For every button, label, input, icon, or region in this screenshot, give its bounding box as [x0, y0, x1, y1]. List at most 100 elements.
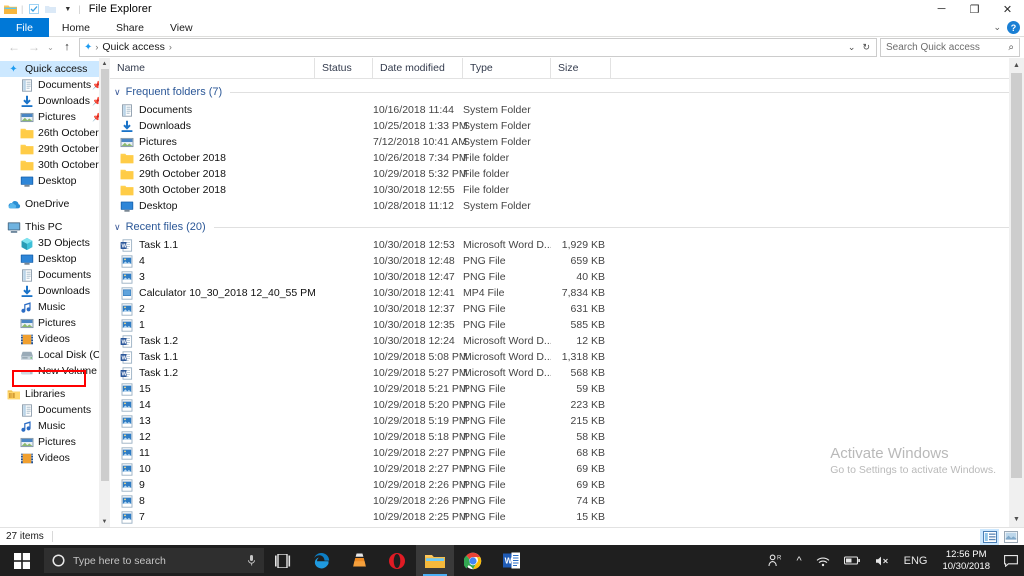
column-header-status[interactable]: Status	[315, 58, 373, 79]
cell-name[interactable]: 4	[110, 254, 315, 268]
sidebar-item-onedrive[interactable]: OneDrive	[0, 196, 110, 212]
file-explorer-taskbar-icon[interactable]	[416, 545, 454, 576]
file-pane-scrollbar[interactable]: ▲ ▼	[1009, 58, 1024, 527]
pane-scroll-down-icon[interactable]: ▼	[1009, 512, 1024, 527]
sidebar-item-music[interactable]: Music	[0, 299, 110, 315]
sidebar-item-desktop[interactable]: Desktop	[0, 251, 110, 267]
sidebar-item-documents[interactable]: Documents	[0, 402, 110, 418]
cell-name[interactable]: 1	[110, 318, 315, 332]
sidebar-item-libraries[interactable]: Libraries	[0, 386, 110, 402]
cell-name[interactable]: 26th October 2018	[110, 152, 315, 165]
sidebar-item-pictures[interactable]: Pictures 📌	[0, 109, 110, 125]
table-row[interactable]: 1 10/30/2018 12:35 PNG File 585 KB	[110, 317, 1024, 333]
cell-name[interactable]: Documents	[110, 103, 315, 117]
cell-name[interactable]: Calculator 10_30_2018 12_40_55 PM	[110, 286, 315, 300]
table-row[interactable]: Calculator 10_30_2018 12_40_55 PM 10/30/2…	[110, 285, 1024, 301]
cell-name[interactable]: 9	[110, 478, 315, 492]
up-button[interactable]: ↑	[57, 38, 77, 57]
table-row[interactable]: 2 10/30/2018 12:37 PNG File 631 KB	[110, 301, 1024, 317]
sidebar-item-downloads[interactable]: Downloads	[0, 283, 110, 299]
people-icon[interactable]: R	[761, 545, 789, 576]
task-view-button[interactable]	[264, 545, 302, 576]
cell-name[interactable]: Desktop	[110, 200, 315, 213]
table-row[interactable]: Desktop 10/28/2018 11:12 System Folder	[110, 198, 1024, 214]
table-row[interactable]: W Task 1.1 10/30/2018 12:53 Microsoft Word …	[110, 237, 1024, 253]
cell-name[interactable]: 10	[110, 462, 315, 476]
tab-file[interactable]: File	[0, 18, 49, 37]
table-row[interactable]: Downloads 10/25/2018 1:33 PM System Folder	[110, 118, 1024, 134]
close-button[interactable]: ✕	[991, 0, 1024, 18]
sidebar-scrollbar[interactable]: ▲ ▼	[99, 58, 110, 527]
cell-name[interactable]: W Task 1.1	[110, 238, 315, 252]
table-row[interactable]: 15 10/29/2018 5:21 PM PNG File 59 KB	[110, 381, 1024, 397]
large-icons-view-button[interactable]	[1001, 529, 1020, 545]
cell-name[interactable]: 14	[110, 398, 315, 412]
sidebar-item-music[interactable]: Music	[0, 418, 110, 434]
column-header-name[interactable]: Name	[110, 58, 315, 79]
search-icon[interactable]: ⌕	[1008, 42, 1014, 53]
cell-name[interactable]: W Task 1.2	[110, 334, 315, 348]
edge-taskbar-icon[interactable]	[302, 545, 340, 576]
column-header-size[interactable]: Size	[551, 58, 611, 79]
table-row[interactable]: 10 10/29/2018 2:27 PM PNG File 69 KB	[110, 461, 1024, 477]
vlc-taskbar-icon[interactable]	[340, 545, 378, 576]
cell-name[interactable]: 2	[110, 302, 315, 316]
address-field[interactable]: ✦ › Quick access › ⌄ ↻	[79, 37, 877, 57]
search-input[interactable]: Search Quick access	[886, 42, 1008, 53]
sidebar-item-desktop[interactable]: Desktop	[0, 173, 110, 189]
sidebar-item-local-disk-c[interactable]: Local Disk (C:)	[0, 347, 110, 363]
cell-name[interactable]: 12	[110, 430, 315, 444]
sidebar-item-3d-objects[interactable]: 3D Objects	[0, 235, 110, 251]
opera-taskbar-icon[interactable]	[378, 545, 416, 576]
sidebar-item-new-volume-d[interactable]: New Volume (D:)	[0, 363, 110, 379]
details-view-button[interactable]	[980, 529, 999, 545]
word-taskbar-icon[interactable]: W	[492, 545, 530, 576]
search-box[interactable]: Search Quick access ⌕	[880, 37, 1020, 57]
cell-name[interactable]: W Task 1.2	[110, 366, 315, 380]
new-folder-icon[interactable]	[43, 2, 58, 16]
cell-name[interactable]: 30th October 2018	[110, 184, 315, 197]
table-row[interactable]: 9 10/29/2018 2:26 PM PNG File 69 KB	[110, 477, 1024, 493]
taskbar-search-input[interactable]: Type here to search	[73, 555, 239, 567]
recent-locations-button[interactable]: ⌄	[44, 38, 57, 57]
forward-button[interactable]: →	[24, 38, 44, 57]
maximize-button[interactable]: ❐	[958, 0, 991, 18]
pane-scroll-thumb[interactable]	[1011, 73, 1022, 478]
sidebar-item-documents[interactable]: Documents	[0, 267, 110, 283]
back-button[interactable]: ←	[4, 38, 24, 57]
sidebar-scroll-up-icon[interactable]: ▲	[99, 58, 110, 69]
breadcrumb-separator-1[interactable]: ›	[168, 42, 173, 52]
sidebar-item-documents[interactable]: Documents 📌	[0, 77, 110, 93]
table-row[interactable]: 13 10/29/2018 5:19 PM PNG File 215 KB	[110, 413, 1024, 429]
cell-name[interactable]: 7	[110, 510, 315, 524]
sidebar-item-this-pc[interactable]: This PC	[0, 219, 110, 235]
expand-ribbon-icon[interactable]: ⌄	[993, 22, 1001, 33]
properties-icon[interactable]	[26, 2, 41, 16]
sidebar-item-videos[interactable]: Videos	[0, 450, 110, 466]
minimize-button[interactable]: ─	[925, 0, 958, 18]
sidebar-item-30th-october-2018[interactable]: 30th October 2018	[0, 157, 110, 173]
table-row[interactable]: 30th October 2018 10/30/2018 12:55 File fo…	[110, 182, 1024, 198]
sidebar-item-quick-access[interactable]: ✦ Quick access	[0, 61, 110, 77]
volume-muted-icon[interactable]	[868, 545, 897, 576]
refresh-icon[interactable]: ↻	[862, 42, 870, 53]
sidebar-scroll-thumb[interactable]	[100, 69, 109, 481]
cell-name[interactable]: 8	[110, 494, 315, 508]
sidebar-item-videos[interactable]: Videos	[0, 331, 110, 347]
table-row[interactable]: W Task 1.2 10/29/2018 5:27 PM Microsoft Wor…	[110, 365, 1024, 381]
help-icon[interactable]: ?	[1007, 21, 1020, 34]
tab-share[interactable]: Share	[103, 18, 157, 37]
column-header-type[interactable]: Type	[463, 58, 551, 79]
chrome-taskbar-icon[interactable]	[454, 545, 492, 576]
group-header[interactable]: ∨ Recent files (20)	[110, 217, 1024, 237]
group-collapse-chevron-icon[interactable]: ∨	[114, 87, 121, 98]
cell-name[interactable]: 13	[110, 414, 315, 428]
table-row[interactable]: Pictures 7/12/2018 10:41 AM System Folder	[110, 134, 1024, 150]
cell-name[interactable]: Pictures	[110, 136, 315, 149]
table-row[interactable]: W Task 1.1 10/29/2018 5:08 PM Microsoft Wor…	[110, 349, 1024, 365]
tab-view[interactable]: View	[157, 18, 206, 37]
tab-home[interactable]: Home	[49, 18, 103, 37]
cell-name[interactable]: W Task 1.1	[110, 350, 315, 364]
cell-name[interactable]: Downloads	[110, 120, 315, 133]
sidebar-item-26th-october-2018[interactable]: 26th October 2018	[0, 125, 110, 141]
